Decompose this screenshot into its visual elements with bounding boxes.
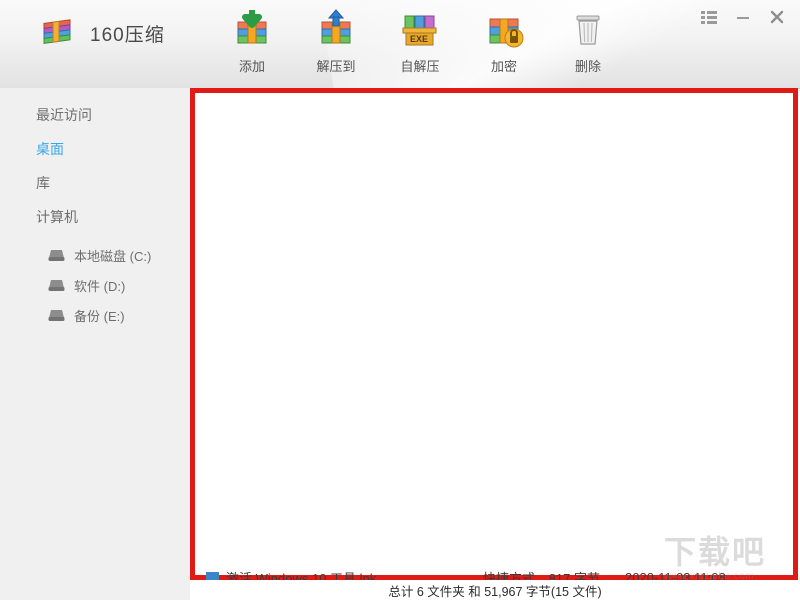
drive-icon xyxy=(48,249,65,262)
app-window: 160压缩 添加 xyxy=(0,0,800,600)
table-row[interactable]: 激活 Windows 10 工具.lnk 817 字节 快捷方式 2020-11… xyxy=(195,566,785,580)
status-bar: 总计 6 文件夹 和 51,967 字节(15 文件) xyxy=(190,580,800,600)
sidebar-item-computer[interactable]: 计算机 xyxy=(0,200,190,234)
window-controls xyxy=(694,4,792,30)
toolbar-button-extract[interactable]: 解压到 xyxy=(294,4,378,84)
file-name-cell: 激活 Windows 10 工具.lnk xyxy=(205,568,376,581)
toolbar-button-encrypt[interactable]: 加密 xyxy=(462,4,546,84)
sidebar-item-label: 库 xyxy=(36,173,50,193)
sidebar-item-label: 桌面 xyxy=(36,139,64,159)
sidebar-drive-e[interactable]: 备份 (E:) xyxy=(0,300,190,330)
toolbar-label: 加密 xyxy=(491,56,517,75)
drive-icon xyxy=(48,279,65,292)
sidebar-item-desktop[interactable]: 桌面 xyxy=(0,132,190,166)
sidebar: 最近访问 桌面 库 计算机 本地磁盘 (C:) xyxy=(0,88,190,600)
clipped-file-row: 激活 Windows 10 工具.lnk 817 字节 快捷方式 2020-11… xyxy=(195,566,785,580)
list-menu-icon[interactable] xyxy=(694,4,724,30)
toolbar-label: 自解压 xyxy=(400,56,439,75)
svg-text:EXE: EXE xyxy=(410,34,428,44)
app-branding: 160压缩 xyxy=(40,16,165,51)
add-to-archive-icon xyxy=(229,8,275,52)
minimize-button[interactable] xyxy=(728,4,758,30)
file-date-cell: 2020-11-03 11:08 xyxy=(625,570,726,581)
extract-to-icon xyxy=(313,8,359,52)
toolbar-label: 添加 xyxy=(239,56,265,75)
sidebar-item-recent[interactable]: 最近访问 xyxy=(0,98,190,132)
app-title: 160压缩 xyxy=(90,20,165,47)
toolbar-button-delete[interactable]: 删除 xyxy=(546,4,630,84)
sidebar-drive-label: 备份 (E:) xyxy=(74,306,125,325)
file-type-cell: 快捷方式 xyxy=(483,568,618,581)
drive-icon xyxy=(48,309,65,322)
close-button[interactable] xyxy=(762,4,792,30)
delete-trash-icon xyxy=(565,8,611,52)
main-toolbar: 160压缩 添加 xyxy=(0,0,800,89)
self-extract-exe-icon: EXE xyxy=(397,8,443,52)
sidebar-drive-d[interactable]: 软件 (D:) xyxy=(0,270,190,300)
sidebar-item-label: 计算机 xyxy=(36,207,78,227)
toolbar-button-add[interactable]: 添加 xyxy=(210,4,294,84)
toolbar-label: 删除 xyxy=(575,56,601,75)
toolbar-button-sfx[interactable]: EXE 自解压 xyxy=(378,4,462,84)
toolbar-label: 解压到 xyxy=(316,56,355,75)
sidebar-item-label: 最近访问 xyxy=(36,105,92,125)
highlight-rectangle xyxy=(190,88,798,580)
sidebar-item-library[interactable]: 库 xyxy=(0,166,190,200)
sidebar-drive-label: 软件 (D:) xyxy=(74,276,125,295)
sidebar-drive-label: 本地磁盘 (C:) xyxy=(74,246,151,265)
status-text: 总计 6 文件夹 和 51,967 字节(15 文件) xyxy=(388,581,601,600)
encrypt-lock-icon xyxy=(481,8,527,52)
activate-icon xyxy=(205,570,220,580)
sidebar-drive-c[interactable]: 本地磁盘 (C:) xyxy=(0,240,190,270)
archive-icon xyxy=(40,16,76,51)
toolbar-actions: 添加 解压到 xyxy=(210,4,630,84)
